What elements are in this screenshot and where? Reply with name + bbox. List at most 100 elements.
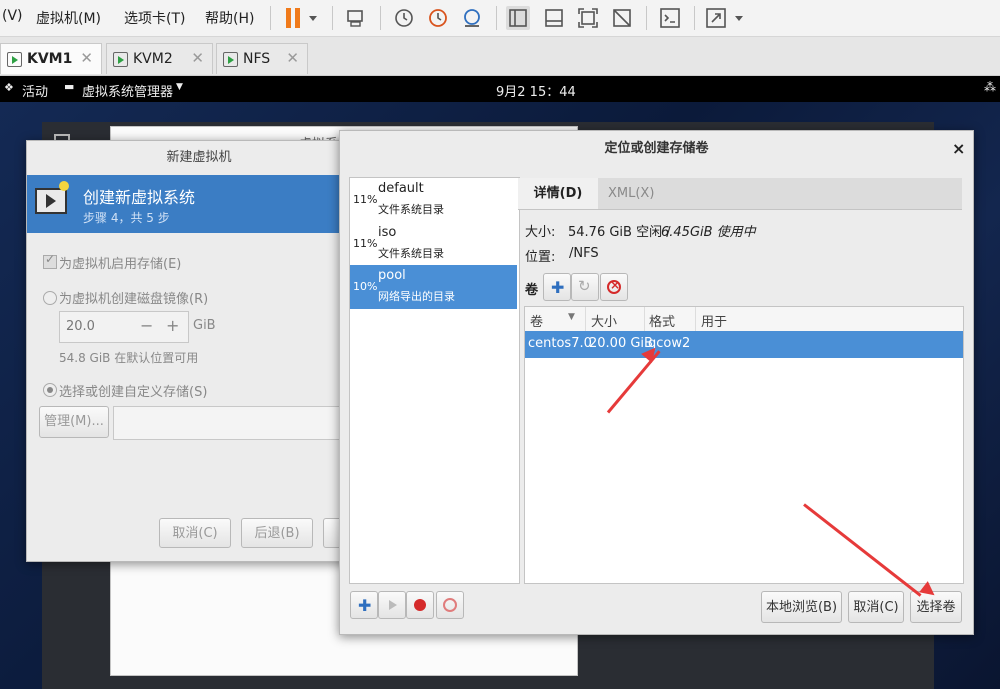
dialog-title: 定位或创建存储卷 [604, 141, 709, 156]
toolbar-separator [646, 6, 647, 30]
unity-icon[interactable] [610, 6, 634, 30]
add-pool-button[interactable]: ✚ [350, 591, 378, 619]
pool-name: default [378, 181, 424, 196]
pause-icon[interactable] [282, 6, 306, 30]
volume-name: centos7.0 [528, 336, 592, 351]
volumes-label: 卷 [525, 283, 539, 298]
toolbar-separator [270, 6, 271, 30]
tab-label: KVM2 [133, 51, 173, 67]
tab-nfs[interactable]: NFS ✕ [216, 43, 308, 74]
vmware-menubar: (V) 虚拟机(M) 选项卡(T) 帮助(H) [0, 0, 1000, 37]
enable-storage-checkbox[interactable]: ✓ [43, 252, 57, 269]
pool-usage: 10% [353, 280, 378, 293]
disk-size-value: 20.0 [66, 319, 95, 334]
snapshot-manager-icon[interactable] [460, 6, 484, 30]
wizard-header: 创建新虚拟系统 步骤 4，共 5 步 [27, 175, 371, 233]
size-used: 6.45GiB 使用中 [661, 225, 756, 240]
close-icon[interactable]: ✕ [286, 49, 299, 67]
column-header[interactable]: 卷 [530, 311, 543, 330]
pool-name: iso [378, 225, 397, 240]
list-item-selected[interactable]: 10% pool 网络导出的目录 [350, 265, 517, 309]
manage-button[interactable]: 管理(M)... [39, 406, 109, 438]
clock[interactable]: 9月2 15：44 [496, 81, 576, 100]
delete-volume-button[interactable] [600, 273, 628, 301]
pool-name: pool [378, 268, 406, 283]
vm-icon [113, 52, 128, 67]
stop-pool-button[interactable] [406, 591, 434, 619]
fullscreen-icon[interactable] [576, 6, 600, 30]
add-volume-button[interactable]: ✚ [543, 273, 571, 301]
disk-size-stepper[interactable]: 20.0 − + [59, 311, 189, 343]
refresh-icon: ↻ [578, 277, 591, 295]
toolbar-separator [694, 6, 695, 30]
menu-view[interactable]: (V) [2, 8, 23, 24]
app-menu[interactable]: 虚拟系统管理器 [82, 81, 173, 100]
vm-icon [223, 52, 238, 67]
table-row[interactable]: centos7.0 20.00 GiB qcow2 [525, 331, 963, 358]
create-disk-radio[interactable] [43, 291, 57, 305]
menu-tabs[interactable]: 选项卡(T) [124, 8, 185, 28]
chevron-down-icon[interactable] [306, 6, 320, 30]
select-custom-radio[interactable] [43, 383, 57, 397]
tab-label: KVM1 [27, 51, 73, 67]
pool-type: 网络导出的目录 [378, 290, 455, 303]
storage-path-input[interactable] [113, 406, 373, 440]
list-item[interactable]: 11% default 文件系统目录 [350, 178, 517, 222]
back-button[interactable]: 后退(B) [241, 518, 313, 548]
volume-table: 卷 ▼ 大小 格式 用于 centos7.0 20.00 GiB qcow2 [524, 306, 964, 584]
toolbar-separator [332, 6, 333, 30]
cancel-button[interactable]: 取消(C) [159, 518, 231, 548]
terminal-icon[interactable] [658, 6, 682, 30]
decrement-icon[interactable]: − [140, 316, 153, 335]
volume-size: 20.00 GiB [589, 336, 653, 351]
monitor-icon [35, 181, 69, 214]
wizard-heading: 创建新虚拟系统 [83, 188, 196, 207]
send-keys-icon[interactable] [344, 6, 368, 30]
dialog-title: 新建虚拟机 [166, 150, 232, 165]
close-icon[interactable]: × [952, 139, 965, 158]
activities-icon: ❖ [4, 81, 14, 94]
list-item[interactable]: 11% iso 文件系统目录 [350, 222, 517, 266]
size-label: 大小: [525, 225, 556, 240]
network-icon[interactable]: ⁂ [984, 80, 996, 94]
wizard-step: 步骤 4，共 5 步 [83, 211, 170, 225]
vm-tab-bar: KVM1 ✕ KVM2 ✕ NFS ✕ [0, 37, 1000, 76]
toolbar-separator [380, 6, 381, 30]
snapshot-icon[interactable] [392, 6, 416, 30]
pool-usage: 11% [353, 237, 378, 250]
delete-pool-button[interactable] [436, 591, 464, 619]
chevron-down-icon[interactable] [732, 6, 746, 30]
column-header[interactable]: 格式 [649, 311, 675, 330]
browse-local-button[interactable]: 本地浏览(B) [761, 591, 842, 623]
menu-vm[interactable]: 虚拟机(M) [36, 8, 101, 28]
refresh-button[interactable]: ↻ [571, 273, 599, 301]
revert-snapshot-icon[interactable] [426, 6, 450, 30]
start-pool-button[interactable] [378, 591, 406, 619]
activities-button[interactable]: 活动 [22, 81, 48, 100]
stretch-icon[interactable] [704, 6, 728, 30]
tab-kvm2[interactable]: KVM2 ✕ [106, 43, 213, 74]
chevron-down-icon: ▼ [176, 82, 183, 92]
console-view-icon[interactable] [542, 6, 566, 30]
tab-xml[interactable]: XML(X) [608, 186, 654, 201]
sort-desc-icon: ▼ [568, 312, 575, 322]
cancel-button[interactable]: 取消(C) [848, 591, 904, 623]
increment-icon[interactable]: + [166, 316, 179, 335]
pool-type: 文件系统目录 [378, 247, 444, 260]
new-vm-dialog: 新建虚拟机 创建新虚拟系统 步骤 4，共 5 步 ✓ 为虚拟机启用存储(E) 为… [26, 140, 373, 562]
pool-usage: 11% [353, 193, 378, 206]
close-icon[interactable]: ✕ [80, 49, 93, 67]
delete-icon [607, 278, 621, 294]
tab-kvm1[interactable]: KVM1 ✕ [0, 43, 102, 74]
details-tabbar: 详情(D) XML(X) [518, 178, 962, 210]
menu-help[interactable]: 帮助(H) [205, 8, 254, 28]
close-icon[interactable]: ✕ [191, 49, 204, 67]
table-header: 卷 ▼ 大小 格式 用于 [525, 307, 963, 332]
available-space: 54.8 GiB 在默认位置可用 [59, 351, 199, 365]
size-free: 54.76 GiB 空闲 / [568, 225, 671, 240]
sidebar-view-icon[interactable] [506, 6, 530, 30]
column-header[interactable]: 大小 [591, 311, 617, 330]
location-value: /NFS [569, 246, 599, 261]
column-header[interactable]: 用于 [701, 311, 727, 330]
tab-details[interactable]: 详情(D) [518, 178, 598, 209]
